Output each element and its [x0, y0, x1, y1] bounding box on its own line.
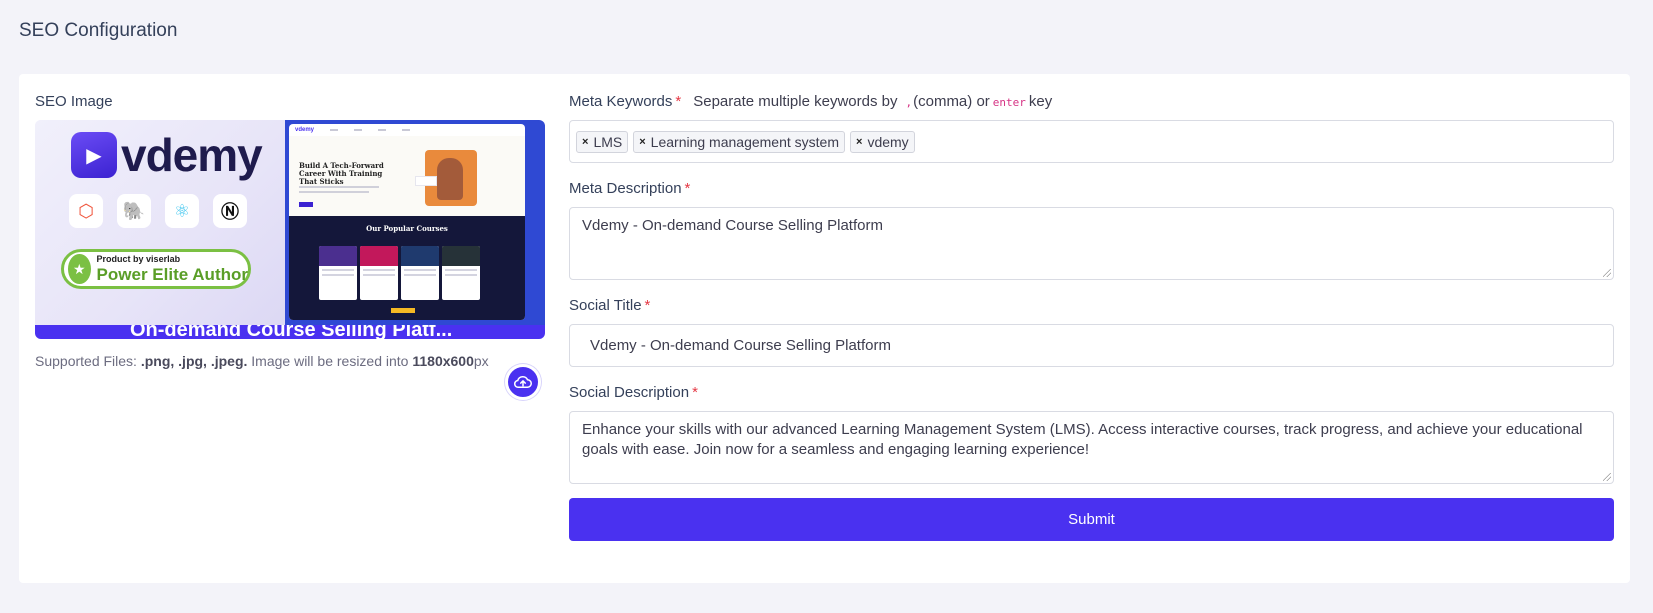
hint-prefix: Separate multiple keywords by	[693, 92, 898, 110]
php-icon: 🐘	[117, 194, 151, 228]
meta-description-textarea[interactable]: Vdemy - On-demand Course Selling Platfor…	[569, 207, 1614, 280]
meta-keywords-input[interactable]: × LMS × Learning management system × vde…	[569, 120, 1614, 163]
resize-text: Image will be resized into	[251, 353, 409, 369]
meta-description-value: Vdemy - On-demand Course Selling Platfor…	[582, 217, 883, 234]
supported-prefix: Supported Files:	[35, 353, 137, 369]
preview-caption-text: On-demand Course Selling Platf...	[130, 325, 453, 339]
cloud-upload-icon	[514, 376, 532, 388]
required-marker: *	[684, 180, 691, 197]
required-marker: *	[675, 93, 682, 110]
resize-handle[interactable]	[1603, 473, 1611, 481]
site-hero: Build A Tech-Forward Career With Trainin…	[289, 136, 525, 216]
seo-fields-section: Meta Keywords * Separate multiple keyword…	[569, 92, 1614, 541]
hint-comma-text: (comma) or	[913, 92, 990, 110]
close-icon[interactable]: ×	[582, 136, 588, 148]
required-marker: *	[692, 384, 698, 401]
site-hero-title: Build A Tech-Forward Career With Trainin…	[299, 161, 384, 186]
site-courses: Our Popular Courses	[289, 216, 525, 320]
resize-size: 1180x600	[412, 353, 474, 369]
social-description-label-text: Social Description	[569, 384, 690, 401]
meta-keywords-label: Meta Keywords * Separate multiple keyword…	[569, 92, 1614, 112]
page-title: SEO Configuration	[19, 20, 178, 41]
social-description-value: Enhance your skills with our advanced Le…	[582, 421, 1583, 458]
nextjs-icon: Ⓝ	[213, 194, 247, 228]
upload-image-button[interactable]	[505, 364, 541, 400]
power-elite-badge: ★ Product by viserlab Power Elite Author	[61, 249, 251, 289]
react-icon: ⚛	[165, 194, 199, 228]
play-icon: ▶	[71, 132, 117, 178]
required-marker: *	[644, 297, 651, 314]
meta-description-label: Meta Description *	[569, 179, 1614, 199]
close-icon[interactable]: ×	[639, 136, 645, 148]
preview-logo: ▶ vdemy	[71, 129, 263, 181]
submit-button[interactable]: Submit	[569, 498, 1614, 541]
keyword-chip: × Learning management system	[633, 130, 845, 153]
resize-handle[interactable]	[1603, 269, 1611, 277]
social-title-label-text: Social Title	[569, 297, 642, 314]
badge-big-text: Power Elite Author	[96, 265, 248, 284]
supported-files-note: Supported Files: .png, .jpg, .jpeg. Imag…	[35, 353, 545, 369]
keyword-chip: × LMS	[576, 130, 629, 153]
badge-small-text: Product by viserlab	[96, 254, 181, 264]
meta-keywords-hint: Separate multiple keywords by ,(comma) or…	[693, 92, 1052, 113]
social-title-input[interactable]: Vdemy - On-demand Course Selling Platfor…	[569, 324, 1614, 367]
preview-tech-icons: ⬡ 🐘 ⚛ Ⓝ	[69, 194, 247, 228]
laravel-icon: ⬡	[69, 194, 103, 228]
keyword-chip-label: vdemy	[867, 133, 909, 150]
social-description-textarea[interactable]: Enhance your skills with our advanced Le…	[569, 411, 1614, 484]
medal-icon: ★	[68, 254, 91, 284]
seo-image-preview: ▶ vdemy ⬡ 🐘 ⚛ Ⓝ ★ Product by viserlab Po…	[35, 120, 545, 339]
keyword-chip-label: Learning management system	[650, 133, 839, 150]
seo-config-card: SEO Image ▶ vdemy ⬡ 🐘 ⚛ Ⓝ ★ Product by v…	[19, 74, 1630, 583]
close-icon[interactable]: ×	[856, 136, 862, 148]
keyword-chip: × vdemy	[850, 130, 915, 153]
seo-image-section: SEO Image ▶ vdemy ⬡ 🐘 ⚛ Ⓝ ★ Product by v…	[35, 92, 545, 369]
social-description-label: Social Description *	[569, 383, 1614, 403]
site-courses-title: Our Popular Courses	[366, 224, 448, 233]
preview-branding-panel: ▶ vdemy ⬡ 🐘 ⚛ Ⓝ ★ Product by viserlab Po…	[35, 120, 285, 325]
site-logo: vdemy	[295, 127, 315, 133]
hint-enter: enter	[992, 95, 1026, 109]
keyword-chip-label: LMS	[593, 133, 623, 150]
supported-types: .png, .jpg, .jpeg.	[140, 353, 248, 369]
seo-image-label: SEO Image	[35, 93, 113, 110]
hint-comma: ,	[905, 95, 913, 109]
meta-keywords-label-text: Meta Keywords	[569, 93, 673, 110]
preview-website-panel: vdemy Build A Tech-Forward Career With T…	[285, 120, 545, 325]
preview-website-screenshot: vdemy Build A Tech-Forward Career With T…	[289, 124, 525, 320]
hint-key: key	[1028, 92, 1053, 110]
meta-description-label-text: Meta Description	[569, 180, 682, 197]
preview-logo-text: vdemy	[121, 129, 263, 181]
preview-caption-strip: On-demand Course Selling Platf...	[35, 325, 545, 339]
social-title-label: Social Title *	[569, 296, 1614, 316]
resize-unit: px	[473, 353, 489, 369]
